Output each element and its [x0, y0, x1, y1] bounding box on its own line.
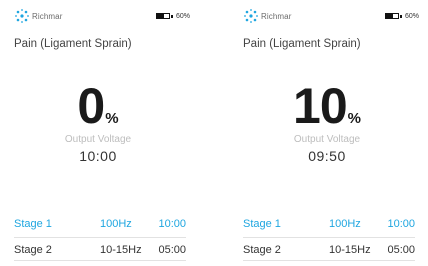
brand-logo: Richmar — [243, 7, 291, 25]
battery-indicator: 60% — [155, 11, 190, 21]
divider — [14, 260, 186, 261]
output-label: Output Voltage — [293, 134, 361, 145]
output-unit: % — [347, 110, 361, 127]
output-value: 10 — [293, 78, 348, 134]
brand-logo: Richmar — [14, 7, 62, 25]
brand-name: Richmar — [32, 11, 63, 21]
divider — [243, 237, 415, 238]
stage-time: 10:00 — [158, 218, 186, 230]
stage-time: 05:00 — [387, 244, 415, 256]
battery-indicator: 60% — [384, 11, 419, 21]
brand-name: Richmar — [261, 11, 292, 21]
battery-percent: 60% — [175, 12, 190, 20]
stage-time: 10:00 — [387, 218, 415, 230]
treatment-timer: 09:50 — [308, 148, 346, 164]
status-bar: Richmar 60% — [0, 6, 196, 26]
stage-row-1[interactable]: Stage 1 100Hz 10:00 — [243, 218, 415, 236]
divider — [14, 237, 186, 238]
battery-level-fill — [156, 14, 165, 18]
divider — [243, 260, 415, 261]
stage-frequency: 100Hz — [100, 218, 132, 230]
battery-icon — [155, 13, 170, 19]
output-readout: 0% — [0, 78, 196, 134]
richmar-logo-icon — [15, 9, 29, 23]
treatment-timer: 10:00 — [79, 148, 117, 164]
battery-percent: 60% — [404, 12, 419, 20]
stage-name: Stage 1 — [14, 218, 52, 230]
stage-frequency: 10-15Hz — [329, 244, 371, 256]
stage-frequency: 10-15Hz — [100, 244, 142, 256]
output-readout: 10% — [229, 78, 425, 134]
stage-row-1[interactable]: Stage 1 100Hz 10:00 — [14, 218, 186, 236]
device-screen-2: Richmar 60% Pain (Ligament Sprain) 10% O… — [229, 0, 425, 266]
battery-icon — [384, 13, 399, 19]
richmar-logo-icon — [244, 9, 258, 23]
stage-time: 05:00 — [158, 244, 186, 256]
output-value: 0 — [77, 78, 105, 134]
stage-name: Stage 1 — [243, 218, 281, 230]
battery-level-fill — [385, 14, 394, 18]
protocol-title: Pain (Ligament Sprain) — [243, 38, 361, 50]
protocol-title: Pain (Ligament Sprain) — [14, 38, 132, 50]
device-screen-1: Richmar 60% Pain (Ligament Sprain) 0% Ou… — [0, 0, 196, 266]
output-unit: % — [105, 110, 119, 127]
stage-frequency: 100Hz — [329, 218, 361, 230]
status-bar: Richmar 60% — [229, 6, 425, 26]
output-label: Output Voltage — [64, 134, 132, 145]
stage-name: Stage 2 — [14, 244, 52, 256]
stage-name: Stage 2 — [243, 244, 281, 256]
